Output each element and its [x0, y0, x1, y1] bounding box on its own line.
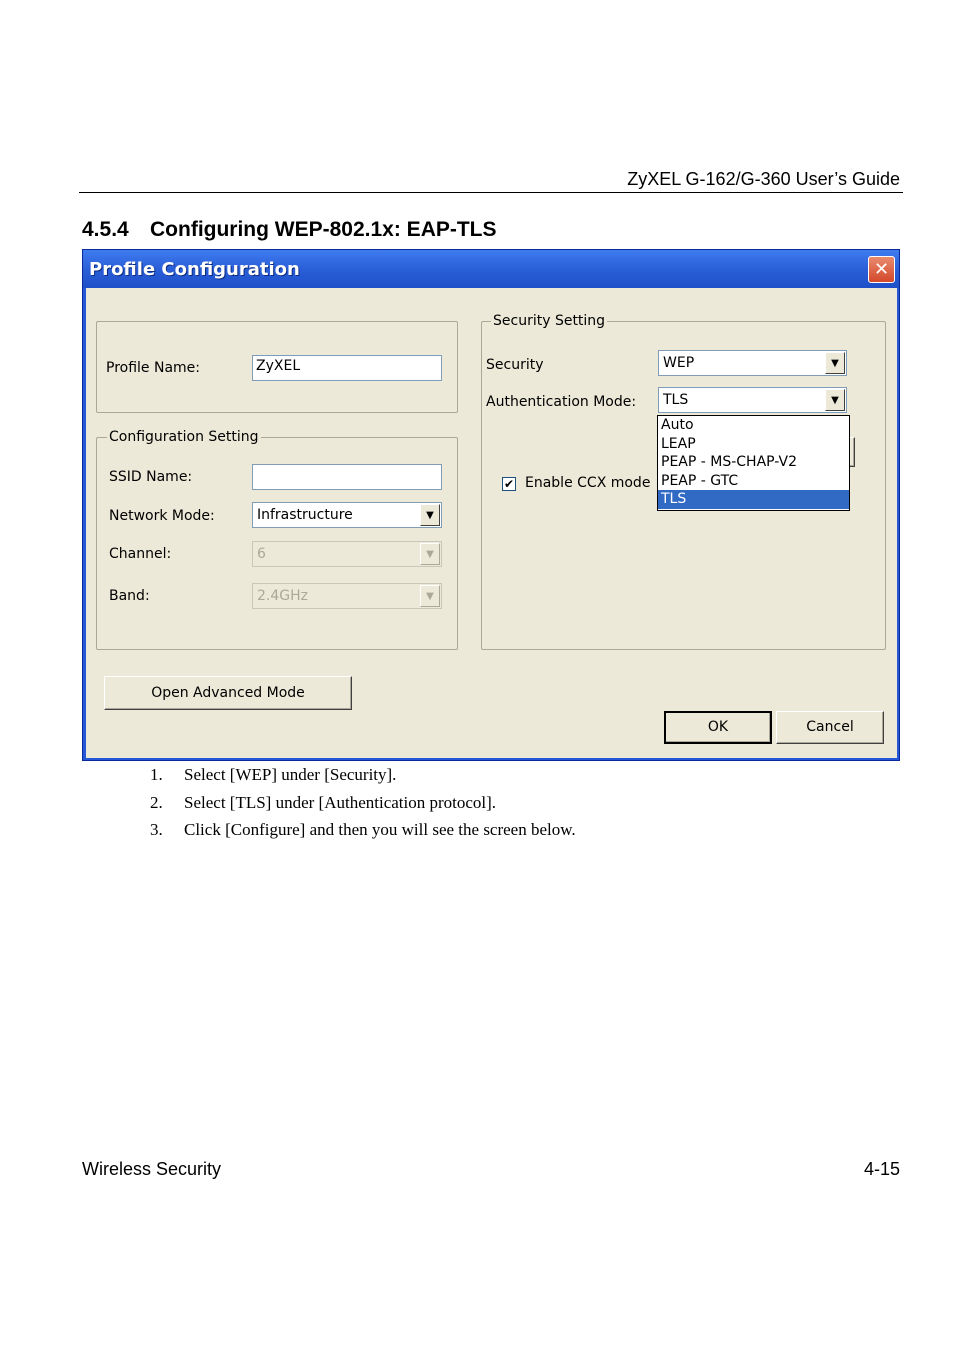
- band-value: 2.4GHz: [257, 588, 308, 604]
- configuration-setting-label: Configuration Setting: [107, 429, 261, 445]
- auth-mode-value: TLS: [663, 392, 689, 408]
- auth-mode-option[interactable]: Auto: [658, 416, 849, 435]
- auth-mode-option-selected[interactable]: TLS: [658, 490, 849, 509]
- profile-name-label: Profile Name:: [106, 360, 201, 376]
- step-text: Select [WEP] under [Security].: [184, 765, 397, 784]
- running-header: ZyXEL G-162/G-360 User’s Guide: [627, 169, 900, 189]
- section-number: 4.5.4: [82, 218, 129, 241]
- section-title-text: Configuring WEP-802.1x: EAP-TLS: [150, 218, 497, 241]
- open-advanced-mode-button[interactable]: Open Advanced Mode: [104, 676, 352, 710]
- auth-mode-label: Authentication Mode:: [486, 394, 637, 410]
- channel-select: 6 ▼: [252, 541, 442, 567]
- section-title: 4.5.4 Configuring WEP-802.1x: EAP-TLS: [82, 218, 497, 242]
- dialog-titlebar[interactable]: Profile Configuration ✕: [83, 250, 899, 288]
- dialog-title: Profile Configuration: [89, 259, 300, 280]
- ok-button[interactable]: OK: [664, 711, 772, 744]
- profile-configuration-dialog: Profile Configuration ✕ Profile Name: Zy…: [82, 249, 900, 761]
- security-value: WEP: [663, 355, 695, 371]
- footer-page-number: 4-15: [863, 1159, 900, 1179]
- check-icon: ✔: [503, 477, 515, 491]
- dialog-client-area: Profile Name: ZyXEL Configuration Settin…: [86, 288, 897, 758]
- step-number: 3.: [150, 820, 163, 839]
- chevron-down-icon: ▼: [420, 585, 440, 607]
- security-setting-label: Security Setting: [491, 313, 608, 329]
- chevron-down-icon[interactable]: ▼: [825, 389, 845, 411]
- step-number: 1.: [150, 765, 163, 784]
- header-rule: [79, 192, 903, 193]
- auth-mode-select[interactable]: TLS ▼: [658, 387, 847, 413]
- chevron-down-icon[interactable]: ▼: [420, 504, 440, 526]
- band-label: Band:: [109, 588, 150, 604]
- footer-section-name: Wireless Security: [82, 1159, 222, 1179]
- chevron-down-icon[interactable]: ▼: [825, 352, 845, 374]
- band-select: 2.4GHz ▼: [252, 583, 442, 609]
- ssid-input[interactable]: [252, 464, 442, 490]
- channel-value: 6: [257, 546, 266, 562]
- channel-label: Channel:: [109, 546, 172, 562]
- ssid-label: SSID Name:: [109, 469, 193, 485]
- chevron-down-icon: ▼: [420, 543, 440, 565]
- auth-mode-option[interactable]: LEAP: [658, 435, 849, 454]
- network-mode-select[interactable]: Infrastructure ▼: [252, 502, 442, 528]
- ccx-label: Enable CCX mode: [525, 475, 651, 491]
- auth-mode-option[interactable]: PEAP - MS-CHAP-V2: [658, 453, 849, 472]
- auth-mode-dropdown-list[interactable]: Auto LEAP PEAP - MS-CHAP-V2 PEAP - GTC T…: [657, 415, 850, 511]
- close-icon[interactable]: ✕: [868, 256, 895, 283]
- step-text: Click [Configure] and then you will see …: [184, 820, 576, 839]
- step-number: 2.: [150, 792, 163, 812]
- security-select[interactable]: WEP ▼: [658, 350, 847, 376]
- network-mode-label: Network Mode:: [109, 508, 215, 524]
- network-mode-value: Infrastructure: [257, 507, 353, 523]
- ccx-checkbox[interactable]: ✔: [502, 477, 516, 491]
- security-label: Security: [486, 357, 544, 373]
- step-text: Select [TLS] under [Authentication proto…: [184, 792, 497, 812]
- profile-name-input[interactable]: ZyXEL: [252, 355, 442, 381]
- auth-mode-option[interactable]: PEAP - GTC: [658, 472, 849, 491]
- cancel-button[interactable]: Cancel: [776, 711, 884, 744]
